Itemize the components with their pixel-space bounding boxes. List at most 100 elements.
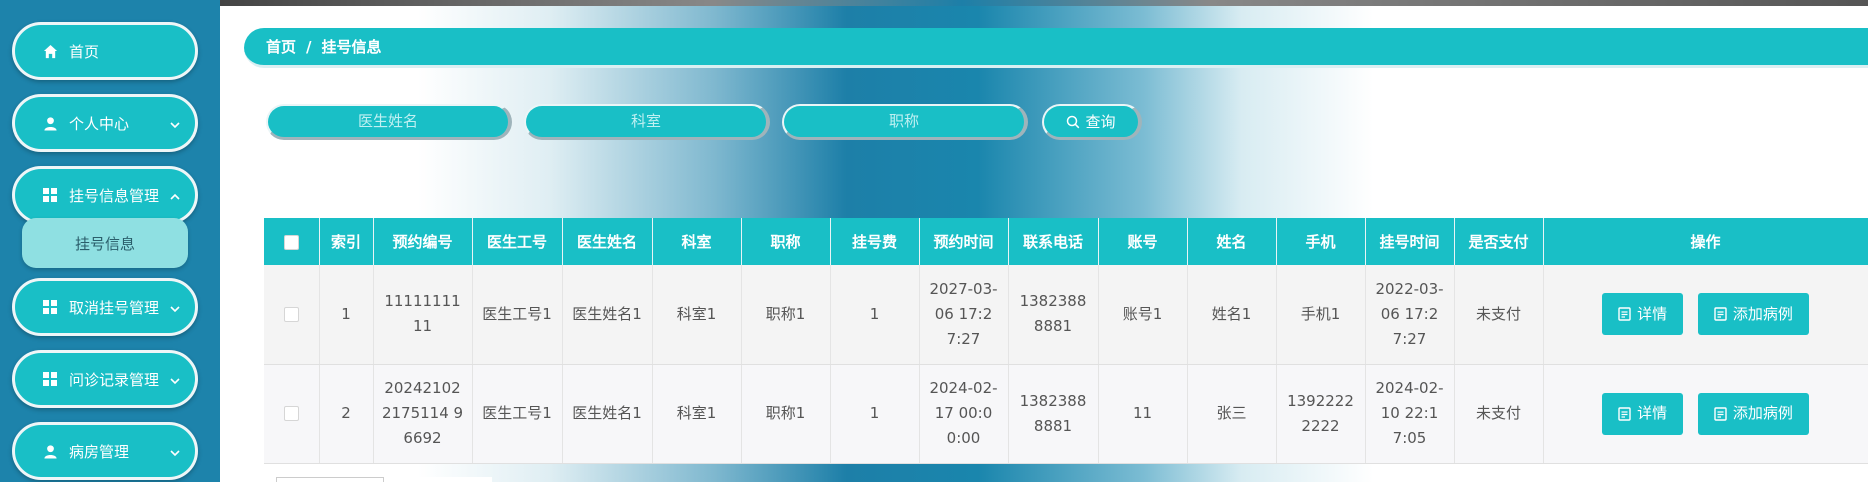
add-record-button-label: 添加病例 [1732,404,1793,422]
column-header: 职称 [741,218,831,265]
table-header-row: 索引 预约编号 医生工号 医生姓名 科室 职称 挂号费 预约时间 联系电话 账号… [264,218,1868,265]
add-record-button[interactable]: 添加病例 [1697,392,1809,435]
sidebar-item-consultation-records[interactable]: 问诊记录管理 [12,350,198,408]
registration-table: 索引 预约编号 医生工号 医生姓名 科室 职称 挂号费 预约时间 联系电话 账号… [264,218,1868,464]
cell-department: 科室1 [652,265,742,365]
column-header: 科室 [652,218,742,265]
chevron-down-icon [169,301,181,319]
cell-reg-time: 2022-03-06 17:27:27 [1365,265,1455,365]
grid-icon [41,298,59,316]
cell-index: 1 [319,265,374,365]
sidebar-item-personal-center[interactable]: 个人中心 [12,94,198,152]
document-icon [1618,406,1631,421]
detail-button[interactable]: 详情 [1602,293,1684,336]
column-header: 账号 [1098,218,1188,265]
row-select-cell[interactable] [264,265,320,365]
cell-appt-time: 2027-03-06 17:27:27 [919,265,1009,365]
title-input[interactable] [782,104,1028,140]
cell-doctor-name: 医生姓名1 [562,265,653,365]
cell-contact-phone: 13823888881 [1008,364,1099,464]
cell-paid: 未支付 [1454,265,1544,365]
cell-mobile: 手机1 [1276,265,1366,365]
page-size-select[interactable] [276,477,384,482]
search-icon [1067,115,1080,128]
detail-button[interactable]: 详情 [1602,392,1684,435]
query-button[interactable]: 查询 [1042,104,1142,140]
user-icon [41,114,59,132]
cell-actions: 详情 添加病例 [1543,364,1868,464]
column-header: 姓名 [1187,218,1277,265]
select-all-checkbox[interactable] [283,234,299,250]
chevron-up-icon [169,189,181,207]
sidebar-item-label: 挂号信息管理 [69,186,160,205]
table-row: 1 1111111111 医生工号1 医生姓名1 科室1 职称1 1 2027-… [264,265,1868,365]
sidebar-item-label: 取消挂号管理 [69,298,160,317]
sidebar-item-registration-management[interactable]: 挂号信息管理 [12,166,198,224]
cell-appt-no: 1111111111 [373,265,473,365]
row-select-cell[interactable] [264,364,320,464]
document-icon [1618,307,1631,321]
sidebar-item-label: 病房管理 [69,442,130,461]
sidebar-item-label: 首页 [69,42,100,61]
cell-paid: 未支付 [1454,364,1544,464]
grid-icon [41,370,59,388]
column-header: 操作 [1543,218,1868,265]
cell-index: 2 [319,364,374,464]
chevron-down-icon [169,445,181,463]
cell-title: 职称1 [741,364,831,464]
sidebar-item-label: 个人中心 [69,114,130,133]
cell-title: 职称1 [741,265,831,365]
sidebar: 首页 个人中心 挂号信息管理 挂号信息 取消挂号管理 问诊记录管理 病房管理 [0,0,220,482]
cell-reg-time: 2024-02-10 22:17:05 [1365,364,1455,464]
pagination [392,477,492,482]
document-icon [1714,406,1727,421]
cell-actions: 详情 添加病例 [1543,265,1868,365]
sidebar-item-home[interactable]: 首页 [12,22,198,80]
cell-department: 科室1 [652,364,742,464]
column-header: 索引 [319,218,374,265]
cell-doctor-id: 医生工号1 [472,265,563,365]
sidebar-item-cancel-registration[interactable]: 取消挂号管理 [12,278,198,336]
column-header: 挂号费 [830,218,920,265]
home-icon [41,42,59,60]
document-icon [1714,307,1727,321]
doctor-name-input[interactable] [266,104,512,140]
add-record-button[interactable]: 添加病例 [1697,293,1809,336]
submenu-item-label: 挂号信息 [74,234,135,253]
column-header: 联系电话 [1008,218,1099,265]
column-header: 医生姓名 [562,218,653,265]
column-header: 预约时间 [919,218,1009,265]
cell-appt-time: 2024-02-17 00:00:00 [919,364,1009,464]
breadcrumb-current: 挂号信息 [321,38,382,56]
add-record-button-label: 添加病例 [1732,304,1793,323]
column-header: 是否支付 [1454,218,1544,265]
cell-appt-no: 202421022175114 96692 [373,364,473,464]
cell-fee: 1 [830,265,920,365]
cell-doctor-id: 医生工号1 [472,364,563,464]
cell-fee: 1 [830,364,920,464]
query-button-label: 查询 [1085,113,1116,131]
cell-doctor-name: 医生姓名1 [562,364,653,464]
detail-button-label: 详情 [1637,404,1668,422]
row-checkbox[interactable] [283,406,299,421]
grid-icon [41,186,59,204]
table-row: 2 202421022175114 96692 医生工号1 医生姓名1 科室1 … [264,364,1868,464]
column-header: 预约编号 [373,218,473,265]
breadcrumb-separator: / [306,37,312,56]
row-checkbox[interactable] [283,306,299,322]
breadcrumb-home-link[interactable]: 首页 [266,36,296,57]
submenu-item-registration-info[interactable]: 挂号信息 [22,218,188,268]
sidebar-item-ward-management[interactable]: 病房管理 [12,422,198,480]
breadcrumb: 首页 / 挂号信息 [244,28,1868,68]
top-border [220,0,1868,6]
cell-name: 张三 [1187,364,1277,464]
department-input[interactable] [524,104,770,140]
select-all-cell[interactable] [264,218,320,265]
user-icon [41,442,59,460]
column-header: 手机 [1276,218,1366,265]
cell-name: 姓名1 [1187,265,1277,365]
detail-button-label: 详情 [1637,304,1668,323]
chevron-down-icon [169,117,181,135]
cell-account: 11 [1098,364,1188,464]
cell-account: 账号1 [1098,265,1188,365]
